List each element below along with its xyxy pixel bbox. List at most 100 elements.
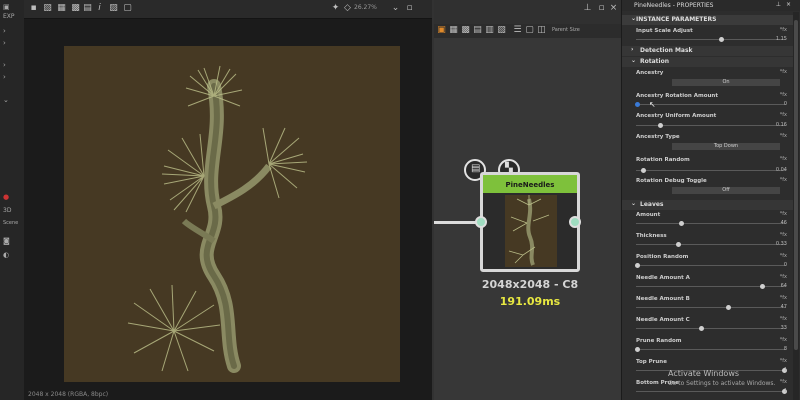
maximize-icon[interactable]: ▫ [596, 3, 607, 14]
needle-amount-b-slider[interactable] [636, 305, 786, 310]
slider-knob[interactable] [676, 242, 681, 247]
properties-scroll-thumb[interactable] [794, 20, 798, 350]
settings-icon[interactable]: ✦ [330, 3, 341, 14]
fx-icon[interactable]: *fx [780, 337, 787, 343]
3d-view-label[interactable]: 3D [3, 206, 17, 216]
fx-icon[interactable]: *fx [780, 112, 787, 118]
position-random-slider[interactable] [635, 263, 786, 268]
slider-knob[interactable] [760, 284, 765, 289]
expand-icon[interactable]: ⌄ [3, 95, 17, 105]
save-icon[interactable]: ▪ [28, 3, 39, 14]
thickness-value[interactable]: 0.33 [776, 241, 787, 247]
layout-icon[interactable]: ▤ [472, 25, 483, 36]
ancestry-rotation-value[interactable]: 0 [784, 101, 787, 107]
expand-icon[interactable]: › [3, 60, 17, 70]
ancestry-uniform-slider[interactable] [636, 123, 786, 128]
fx-icon[interactable]: *fx [780, 177, 787, 183]
bottom-prune-value[interactable]: 1 [784, 388, 787, 394]
light-icon[interactable]: ◐ [3, 250, 17, 260]
slider-knob[interactable] [658, 123, 663, 128]
input-scale-slider[interactable] [636, 37, 786, 42]
rotation-random-value[interactable]: 0.04 [776, 167, 787, 173]
view-icon[interactable]: ◫ [536, 25, 547, 36]
node-header[interactable]: PineNeedles [483, 175, 577, 193]
thickness-slider[interactable] [636, 242, 786, 247]
ancestry-toggle[interactable]: On [672, 79, 780, 86]
top-prune-value[interactable]: 1 [784, 367, 787, 373]
camera-icon[interactable]: ▫ [404, 3, 415, 14]
layout-icon[interactable]: ▥ [484, 25, 495, 36]
info-icon[interactable]: i [94, 3, 105, 14]
slider-knob[interactable] [679, 221, 684, 226]
amount-slider[interactable] [636, 221, 786, 226]
fx-icon[interactable]: *fx [780, 133, 787, 139]
rotation-random-slider[interactable] [636, 168, 786, 173]
graph-editor[interactable]: ⊥ ▫ × ▣ ▦ ▩ ▤ ▥ ▧ ☰ ▢ ◫ Parent Size ▤ ▚ … [434, 0, 621, 400]
frame-icon[interactable]: ▢ [524, 25, 535, 36]
input-scale-value[interactable]: 1.15 [776, 36, 787, 42]
expand-icon[interactable]: › [3, 26, 17, 36]
prune-random-slider[interactable] [635, 347, 786, 352]
fx-icon[interactable]: *fx [780, 211, 787, 217]
grid-icon[interactable]: ▩ [70, 3, 81, 14]
channel-icon[interactable]: ▦ [56, 3, 67, 14]
record-icon[interactable]: ● [3, 192, 17, 202]
ancestry-type-dropdown[interactable]: Top Down [672, 143, 780, 150]
needle-amount-c-value[interactable]: 33 [781, 325, 787, 331]
fx-icon[interactable]: *fx [780, 274, 787, 280]
tile-icon[interactable]: ▤ [82, 3, 93, 14]
node-pineneedles[interactable]: PineNeedles [480, 172, 580, 272]
chevron-down-icon[interactable]: ⌄ [390, 3, 401, 14]
zoom-readout[interactable]: 26.27% [354, 4, 377, 11]
fx-icon[interactable]: *fx [780, 379, 787, 385]
expand-icon[interactable]: › [3, 38, 17, 48]
amount-value[interactable]: 46 [781, 220, 787, 226]
fx-icon[interactable]: *fx [780, 27, 787, 33]
align-icon[interactable]: ☰ [512, 25, 523, 36]
fx-icon[interactable]: *fx [780, 316, 787, 322]
pin-icon[interactable]: ⊥ [776, 1, 781, 8]
2d-viewport[interactable]: ▪ ▧ ▦ ▩ ▤ i ▨ ▢ ✦ ◇ 26.27% ⌄ ▫ 2048 x 20… [24, 0, 438, 400]
section-rotation[interactable]: ⌄ Rotation [622, 57, 794, 67]
fx-icon[interactable]: *fx [780, 295, 787, 301]
node-output-port[interactable] [569, 216, 581, 228]
fx-icon[interactable]: *fx [780, 253, 787, 259]
close-icon[interactable]: × [608, 3, 619, 14]
slider-knob[interactable] [699, 326, 704, 331]
fx-icon[interactable]: *fx [780, 92, 787, 98]
needle-amount-c-slider[interactable] [636, 326, 786, 331]
slider-knob[interactable] [641, 168, 646, 173]
rotation-debug-toggle[interactable]: Off [672, 187, 780, 194]
node-icon[interactable]: ▣ [436, 25, 447, 36]
parent-size-dropdown[interactable]: Parent Size [552, 27, 580, 33]
section-detection-mask[interactable]: › Detection Mask [622, 46, 794, 56]
slider-knob[interactable] [635, 102, 640, 107]
fx-icon[interactable]: *fx [780, 156, 787, 162]
needle-amount-a-slider[interactable] [636, 284, 786, 289]
pin-icon[interactable]: ⊥ [582, 3, 593, 14]
slider-knob[interactable] [726, 305, 731, 310]
ancestry-uniform-value[interactable]: 0.16 [776, 122, 787, 128]
grid-icon[interactable]: ▩ [460, 25, 471, 36]
close-icon[interactable]: × [786, 1, 791, 8]
layout-icon[interactable]: ▧ [496, 25, 507, 36]
grid-icon[interactable]: ▦ [448, 25, 459, 36]
fx-icon[interactable]: *fx [780, 69, 787, 75]
texture-preview[interactable] [64, 46, 400, 382]
slider-knob[interactable] [719, 37, 724, 42]
needle-amount-b-value[interactable]: 47 [781, 304, 787, 310]
slider-knob[interactable] [635, 263, 640, 268]
fit-icon[interactable]: ◇ [342, 3, 353, 14]
ancestry-rotation-slider[interactable] [635, 102, 786, 107]
frame-icon[interactable]: ▢ [122, 3, 133, 14]
explorer-label[interactable]: EXP [3, 12, 17, 22]
fx-icon[interactable]: *fx [780, 358, 787, 364]
scene-label[interactable]: Scene [3, 218, 18, 228]
fx-icon[interactable]: *fx [780, 232, 787, 238]
needle-amount-a-value[interactable]: 64 [781, 283, 787, 289]
prune-random-value[interactable]: 8 [784, 346, 787, 352]
slider-knob[interactable] [635, 347, 640, 352]
section-leaves[interactable]: ⌄ Leaves [622, 200, 794, 210]
image-icon[interactable]: ▧ [42, 3, 53, 14]
expand-icon[interactable]: › [3, 72, 17, 82]
